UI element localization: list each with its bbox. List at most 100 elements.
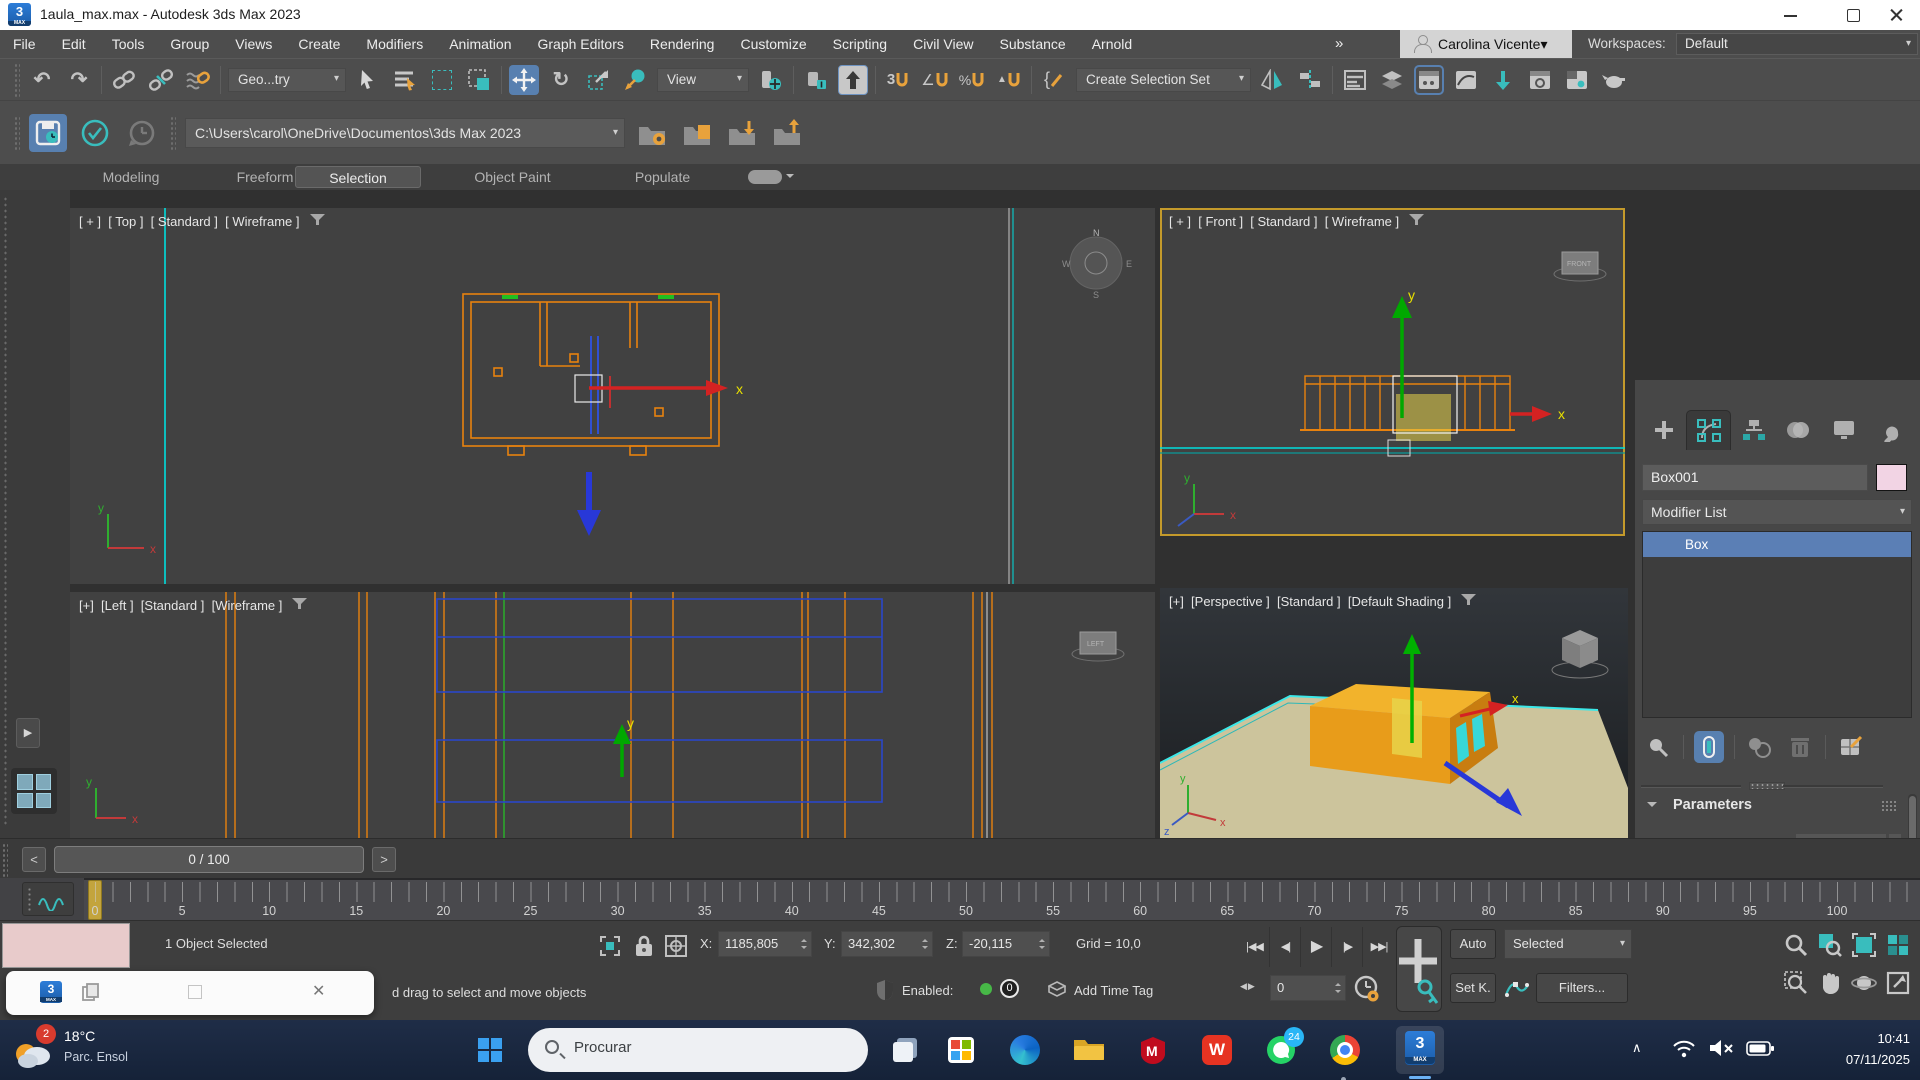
viewport-front-active[interactable]: [ + ] [ Front ] [ Standard ] [ Wireframe… (1160, 208, 1625, 536)
menu-item-0[interactable]: File (0, 30, 49, 58)
show-end-result-icon[interactable] (1694, 731, 1724, 763)
wifi-icon[interactable] (1672, 1038, 1696, 1063)
edit-named-selection-sets-icon[interactable]: { (1039, 65, 1069, 95)
menu-item-13[interactable]: Substance (987, 30, 1079, 58)
menu-item-2[interactable]: Tools (99, 30, 158, 58)
popup-ghost-button[interactable] (188, 985, 202, 999)
object-name-field[interactable]: Box001 (1642, 464, 1868, 491)
zoom-all-icon[interactable] (1816, 931, 1844, 959)
create-tab-icon[interactable] (1641, 410, 1686, 450)
select-object-icon[interactable] (353, 65, 383, 95)
history-icon[interactable] (123, 114, 161, 152)
maximize-button[interactable] (1830, 0, 1876, 30)
curve-editor-icon[interactable] (1451, 65, 1481, 95)
select-and-place-icon[interactable] (620, 65, 650, 95)
render-setup-icon[interactable] (1525, 65, 1555, 95)
project-path-dropdown[interactable]: C:\Users\carol\OneDrive\Documentos\3ds M… (185, 118, 625, 148)
popup-close-icon[interactable]: ✕ (312, 981, 325, 1001)
enabled-count-badge[interactable]: 0 (1000, 979, 1019, 998)
menu-item-14[interactable]: Arnold (1079, 30, 1145, 58)
autosave-icon[interactable] (29, 114, 67, 152)
remove-modifier-icon[interactable] (1785, 731, 1815, 763)
undo-icon[interactable]: ↶ (27, 65, 57, 95)
window-crossing-toggle-icon[interactable] (464, 65, 494, 95)
workspace-dropdown[interactable]: Default ▾ (1676, 33, 1918, 55)
export-file-icon[interactable] (769, 115, 805, 151)
render-icon[interactable] (1599, 65, 1629, 95)
auto-key-button[interactable]: Auto (1450, 929, 1496, 959)
menu-item-10[interactable]: Customize (727, 30, 819, 58)
utilities-tab-icon[interactable] (1866, 410, 1911, 450)
select-and-move-icon[interactable] (509, 65, 539, 95)
zoom-icon[interactable] (1782, 931, 1810, 959)
mirror-icon[interactable] (1258, 65, 1288, 95)
previous-frame-button[interactable]: < (22, 847, 46, 872)
menu-item-8[interactable]: Graph Editors (524, 30, 636, 58)
viewport-top[interactable]: [ + ] [ Top ] [ Standard ] [ Wireframe ] (70, 208, 1155, 584)
menu-item-3[interactable]: Group (157, 30, 222, 58)
weather-temp[interactable]: 18°C (64, 1028, 95, 1044)
object-color-swatch[interactable] (1876, 464, 1907, 491)
open-folder-icon[interactable] (679, 115, 715, 151)
menu-item-1[interactable]: Edit (49, 30, 99, 58)
go-to-start-button[interactable]: |◀◀ (1240, 927, 1270, 967)
ribbon-toggle-icon[interactable] (1414, 65, 1444, 95)
pin-stack-icon[interactable] (1643, 731, 1673, 763)
viewport-front-label[interactable]: [ + ] [ Front ] [ Standard ] [ Wireframe… (1169, 214, 1424, 229)
front-viewport-canvas[interactable]: FRONT y (1160, 208, 1625, 536)
viewport-layout-button[interactable] (11, 768, 57, 814)
next-frame-playback-button[interactable]: |▶ (1333, 927, 1363, 967)
minimize-button[interactable] (1768, 0, 1814, 30)
modifier-list-dropdown[interactable]: Modifier List ▾ (1642, 499, 1912, 525)
ribbon-tab-selection[interactable]: Selection (295, 166, 421, 188)
unlink-icon[interactable] (146, 65, 176, 95)
current-frame-field[interactable]: 0 (1270, 975, 1346, 1001)
project-folder-settings-icon[interactable] (634, 115, 670, 151)
menu-item-12[interactable]: Civil View (900, 30, 986, 58)
select-by-name-icon[interactable] (390, 65, 420, 95)
spinner-snap-icon[interactable]: ▲ (994, 65, 1024, 95)
file-explorer-icon[interactable] (1072, 1033, 1106, 1067)
z-coordinate-field[interactable]: -20,115 (962, 931, 1050, 957)
select-and-scale-icon[interactable] (583, 65, 613, 95)
health-check-icon[interactable] (76, 114, 114, 152)
filters-button[interactable]: Filters... (1536, 973, 1628, 1003)
filter-funnel-icon[interactable] (1461, 594, 1476, 609)
ribbon-tab-object-paint[interactable]: Object Paint (440, 166, 585, 188)
add-time-tag[interactable]: Add Time Tag (1074, 983, 1153, 998)
chrome-icon[interactable] (1328, 1033, 1362, 1067)
mini-curve-editor-button[interactable] (22, 882, 74, 916)
select-link-icon[interactable] (109, 65, 139, 95)
expand-panel-button[interactable]: ▶ (16, 718, 40, 748)
menu-item-9[interactable]: Rendering (637, 30, 728, 58)
timeline-drag-handle[interactable] (2, 843, 8, 877)
pan-hand-icon[interactable] (1816, 969, 1844, 997)
menu-item-7[interactable]: Animation (436, 30, 524, 58)
named-selection-set-dropdown[interactable]: Create Selection Set▾ (1076, 68, 1251, 92)
battery-icon[interactable] (1746, 1041, 1774, 1061)
viewport-perspective[interactable]: [+] [Perspective ] [Standard ] [Default … (1160, 588, 1628, 838)
maxscript-mini-listener[interactable] (2, 923, 130, 968)
scene-explorer-icon[interactable] (1340, 65, 1370, 95)
menu-item-6[interactable]: Modifiers (353, 30, 436, 58)
menu-item-4[interactable]: Views (222, 30, 285, 58)
time-configuration-icon[interactable] (1354, 975, 1380, 1008)
key-filter-selected-dropdown[interactable]: Selected▾ (1504, 929, 1632, 959)
microsoft-365-icon[interactable] (944, 1033, 978, 1067)
select-and-manipulate-icon[interactable] (801, 65, 831, 95)
snap-toggle-3d-icon[interactable]: 3 (883, 65, 913, 95)
redo-icon[interactable]: ↷ (64, 65, 94, 95)
bind-to-space-warp-icon[interactable] (183, 65, 213, 95)
ribbon-tab-populate[interactable]: Populate (600, 166, 725, 188)
align-icon[interactable] (1295, 65, 1325, 95)
ribbon-overflow-icon[interactable] (748, 170, 782, 184)
rectangular-selection-region-icon[interactable] (427, 65, 457, 95)
x-coordinate-field[interactable]: 1185,805 (718, 931, 812, 957)
next-frame-button[interactable]: > (372, 847, 396, 872)
filter-funnel-icon[interactable] (292, 598, 307, 613)
set-keys-button[interactable] (1396, 926, 1442, 1012)
toolbar2-drag-handle[interactable] (14, 116, 20, 150)
weather-desc[interactable]: Parc. Ensol (64, 1050, 128, 1064)
angle-snap-icon[interactable]: ∠ (920, 65, 950, 95)
zoom-extents-all-icon[interactable] (1884, 931, 1912, 959)
